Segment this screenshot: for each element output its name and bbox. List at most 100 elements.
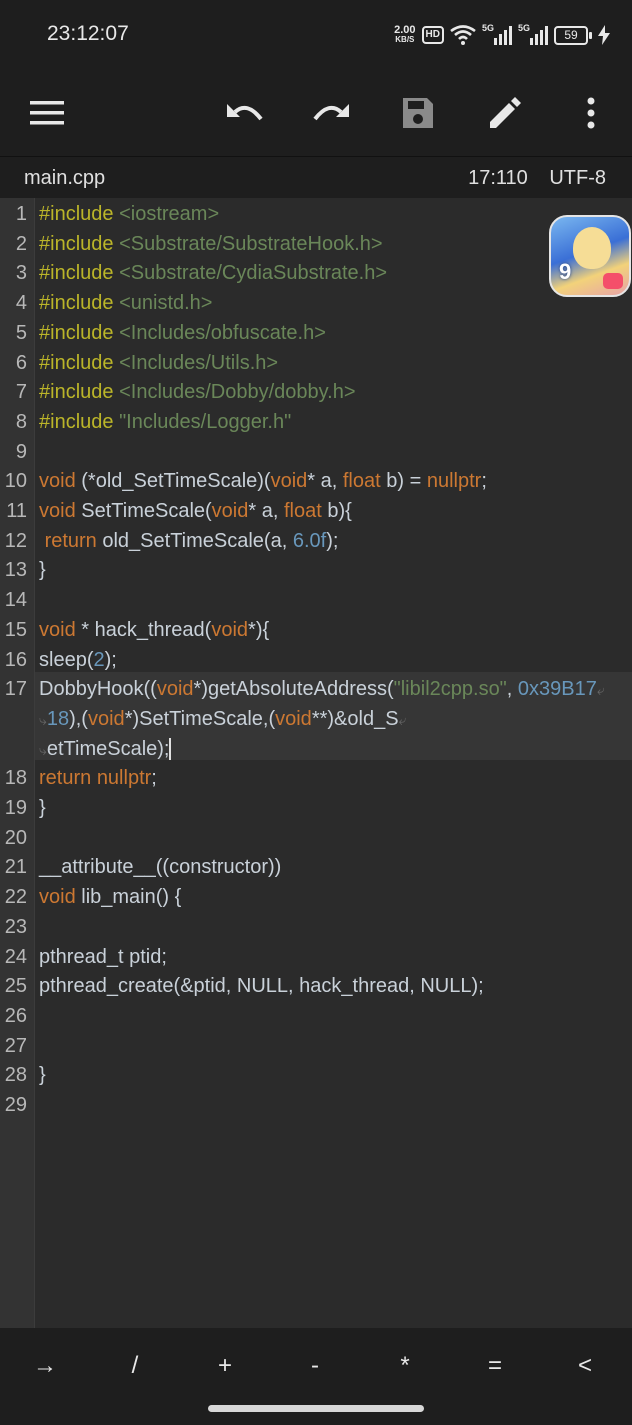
code-line[interactable]: 20	[0, 823, 632, 853]
status-icons: 2.00 KB/S HD 5G 5G 59	[394, 22, 610, 48]
line-number: 5	[15, 321, 27, 344]
file-info-bar: main.cpp 17:110 UTF-8	[0, 156, 632, 199]
code-line[interactable]: 11 void SetTimeScale(void* a, float b){	[0, 496, 632, 526]
code-line[interactable]: 1 #include <iostream>	[0, 199, 632, 229]
symbol-key[interactable]: <	[555, 1348, 615, 1384]
code-text: __attribute__((constructor))	[39, 856, 282, 879]
code-text: #include <Substrate/SubstrateHook.h>	[39, 232, 383, 255]
code-line[interactable]: 22 void lib_main() {	[0, 882, 632, 912]
redo-icon	[313, 104, 349, 121]
network-speed: 2.00 KB/S	[394, 24, 416, 45]
home-indicator[interactable]	[208, 1405, 424, 1412]
code-text: #include <iostream>	[39, 203, 220, 225]
hd-voice-icon: HD	[421, 26, 444, 44]
line-number: 13	[4, 559, 27, 582]
line-number: 23	[4, 915, 27, 938]
file-name[interactable]: main.cpp	[24, 167, 105, 190]
code-text: return old_SetTimeScale(a, 6.0f);	[44, 529, 339, 552]
line-number: 8	[15, 410, 27, 433]
symbol-key[interactable]: -	[285, 1348, 345, 1384]
code-text: void (*old_SetTimeScale)(void* a, float …	[39, 470, 487, 493]
battery-icon: 59	[554, 25, 592, 45]
floating-game-app-icon[interactable]: 9	[549, 215, 631, 297]
code-text: ⤷18),(void*)SetTimeScale,(void**)&old_S⤶	[39, 707, 407, 730]
more-options-button[interactable]	[561, 83, 621, 143]
code-line[interactable]: 9	[0, 437, 632, 467]
code-line[interactable]: 29	[0, 1090, 632, 1120]
line-number: 18	[4, 767, 27, 790]
code-line[interactable]: 28}	[0, 1060, 632, 1090]
wifi-icon	[450, 25, 476, 45]
code-line[interactable]: 19}	[0, 793, 632, 823]
battery-level: 59	[554, 25, 588, 45]
symbol-key[interactable]: /	[105, 1348, 165, 1384]
code-line[interactable]: 25 pthread_create(&ptid, NULL, hack_threa…	[0, 971, 632, 1001]
code-text: void SetTimeScale(void* a, float b){	[39, 500, 352, 522]
line-number: 21	[4, 856, 27, 879]
more-vert-icon	[587, 97, 595, 129]
line-number: 26	[4, 1004, 27, 1027]
code-line[interactable]: 7 #include <Includes/Dobby/dobby.h>	[0, 377, 632, 407]
code-text: #include <Substrate/CydiaSubstrate.h>	[39, 262, 388, 285]
code-line[interactable]: 12 return old_SetTimeScale(a, 6.0f);	[0, 526, 632, 556]
signal-sim2-icon: 5G	[518, 23, 548, 45]
code-text: }	[39, 559, 46, 582]
line-number: 6	[15, 351, 27, 374]
line-number: 27	[4, 1034, 27, 1057]
symbol-key[interactable]: =	[465, 1348, 525, 1384]
code-line[interactable]: 15 void * hack_thread(void*){	[0, 615, 632, 645]
line-number: 17	[4, 678, 27, 701]
code-editor[interactable]: 1 #include <iostream> 2 #include <Substrate…	[0, 198, 632, 1328]
code-text: #include <unistd.h>	[39, 292, 213, 315]
redo-button[interactable]	[301, 83, 361, 143]
line-number: 7	[15, 381, 27, 404]
code-line[interactable]: 4 #include <unistd.h>	[0, 288, 632, 318]
line-number: 29	[4, 1094, 27, 1116]
code-line[interactable]: 27	[0, 1031, 632, 1061]
status-time: 23:12:07	[47, 22, 129, 45]
code-text: #include "Includes/Logger.h"	[39, 410, 292, 433]
symbol-key[interactable]: →	[15, 1348, 75, 1384]
save-button[interactable]	[388, 83, 448, 143]
code-text: DobbyHook((void*)getAbsoluteAddress("lib…	[39, 678, 605, 701]
code-line[interactable]: 14	[0, 585, 632, 615]
code-text: }	[39, 797, 46, 819]
code-line[interactable]: 16 sleep(2);	[0, 645, 632, 675]
charging-icon	[598, 25, 610, 45]
line-number: 10	[4, 470, 27, 493]
code-line[interactable]: 10 void (*old_SetTimeScale)(void* a, floa…	[0, 466, 632, 496]
code-line[interactable]: 13}	[0, 555, 632, 585]
file-status: 17:110 UTF-8	[468, 167, 606, 190]
edit-button[interactable]	[475, 83, 535, 143]
file-encoding[interactable]: UTF-8	[549, 167, 606, 189]
code-line[interactable]: 2 #include <Substrate/SubstrateHook.h>	[0, 229, 632, 259]
menu-button[interactable]	[17, 83, 77, 143]
code-line[interactable]: 21 __attribute__((constructor))	[0, 852, 632, 882]
code-line[interactable]: 26	[0, 1001, 632, 1031]
code-line[interactable]: 3 #include <Substrate/CydiaSubstrate.h>	[0, 258, 632, 288]
line-number: 14	[4, 589, 27, 612]
code-line[interactable]: 6 #include <Includes/Utils.h>	[0, 348, 632, 378]
line-number: 9	[15, 440, 27, 463]
symbol-key[interactable]: *	[375, 1348, 435, 1384]
code-line[interactable]: 5 #include <Includes/obfuscate.h>	[0, 318, 632, 348]
code-line[interactable]: 23	[0, 912, 632, 942]
undo-button[interactable]	[215, 83, 275, 143]
code-line[interactable]: 18 return nullptr;	[0, 763, 632, 793]
code-text: pthread_t ptid;	[39, 945, 167, 968]
code-text: pthread_create(&ptid, NULL, hack_thread,…	[39, 975, 484, 998]
code-line[interactable]: 8 #include "Includes/Logger.h"	[0, 407, 632, 437]
line-number: 16	[4, 648, 27, 671]
line-number: 28	[4, 1064, 27, 1087]
line-number: 24	[4, 945, 27, 968]
line-number: 1	[15, 203, 27, 225]
code-text: }	[39, 1064, 46, 1087]
line-number: 12	[4, 529, 27, 552]
code-line[interactable]: 17 DobbyHook((void*)getAbsoluteAddress("l…	[0, 674, 632, 761]
hamburger-menu-icon	[30, 101, 64, 125]
line-number: 20	[4, 826, 27, 849]
code-line[interactable]: 24 pthread_t ptid;	[0, 942, 632, 972]
line-number: 25	[4, 975, 27, 998]
line-number: 19	[4, 797, 27, 819]
symbol-key[interactable]: +	[195, 1348, 255, 1384]
